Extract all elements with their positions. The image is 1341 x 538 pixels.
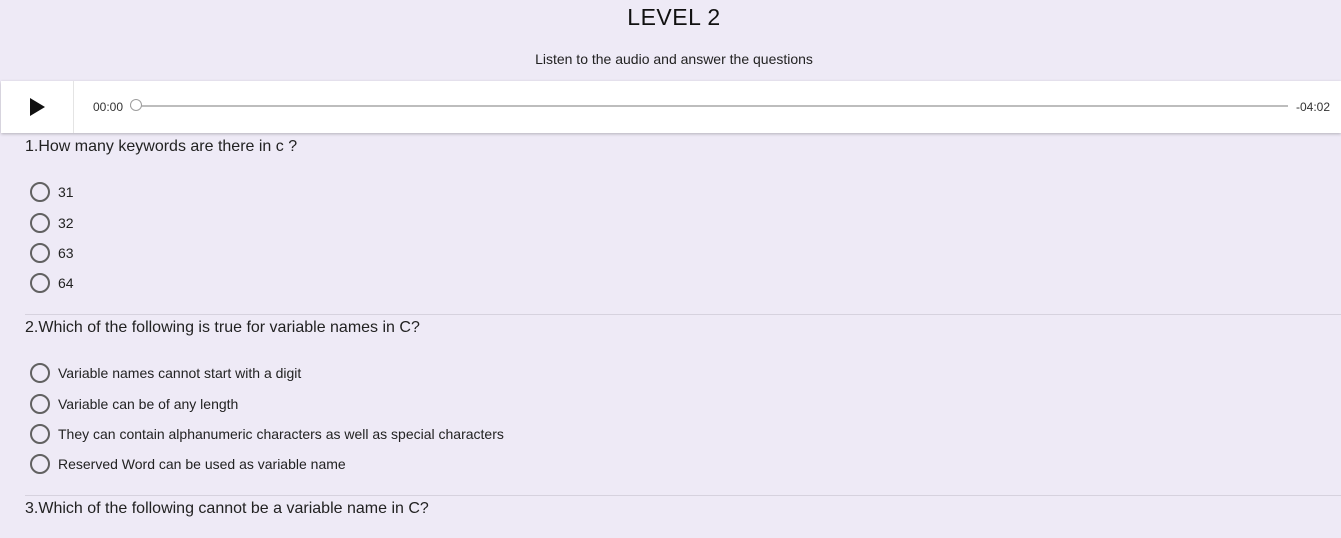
radio-button[interactable] <box>30 454 50 474</box>
question-divider <box>25 314 1341 315</box>
option-label: 31 <box>58 184 74 200</box>
radio-button[interactable] <box>30 273 50 293</box>
radio-button[interactable] <box>30 394 50 414</box>
radio-button[interactable] <box>30 363 50 383</box>
option-item[interactable]: Variable can be of any length <box>30 394 238 414</box>
option-item[interactable]: Variable names cannot start with a digit <box>30 363 301 383</box>
seek-slider[interactable] <box>130 98 1288 114</box>
audio-player: 00:00 -04:02 <box>1 81 1341 133</box>
option-item[interactable]: 63 <box>30 243 74 263</box>
question-divider <box>25 495 1341 496</box>
question-text: 3.Which of the following cannot be a var… <box>25 500 429 517</box>
option-label: Variable names cannot start with a digit <box>58 365 302 381</box>
seek-track <box>130 105 1288 107</box>
radio-button[interactable] <box>30 182 50 202</box>
radio-button[interactable] <box>30 243 50 263</box>
question-text: 1.How many keywords are there in c ? <box>25 138 298 155</box>
question-text: 2.Which of the following is true for var… <box>25 319 420 336</box>
option-label: 32 <box>58 215 74 231</box>
option-item[interactable]: 31 <box>30 182 74 202</box>
option-label: 63 <box>58 245 74 261</box>
play-icon <box>30 98 45 116</box>
radio-button[interactable] <box>30 424 50 444</box>
option-item[interactable]: 64 <box>30 273 74 293</box>
current-time: 00:00 <box>93 100 124 114</box>
option-item[interactable]: 32 <box>30 213 74 233</box>
play-button[interactable] <box>1 81 74 133</box>
instructions-text: Listen to the audio and answer the quest… <box>535 51 813 67</box>
option-item[interactable]: Reserved Word can be used as variable na… <box>30 454 346 474</box>
level-title: LEVEL 2 <box>627 4 721 30</box>
remaining-time: -04:02 <box>1295 100 1330 114</box>
option-label: Variable can be of any length <box>58 396 239 412</box>
option-label: Reserved Word can be used as variable na… <box>58 456 346 472</box>
option-item[interactable]: They can contain alphanumeric characters… <box>30 424 504 444</box>
seek-thumb[interactable] <box>130 99 142 111</box>
option-label: They can contain alphanumeric characters… <box>58 426 504 442</box>
option-label: 64 <box>58 275 74 291</box>
radio-button[interactable] <box>30 213 50 233</box>
